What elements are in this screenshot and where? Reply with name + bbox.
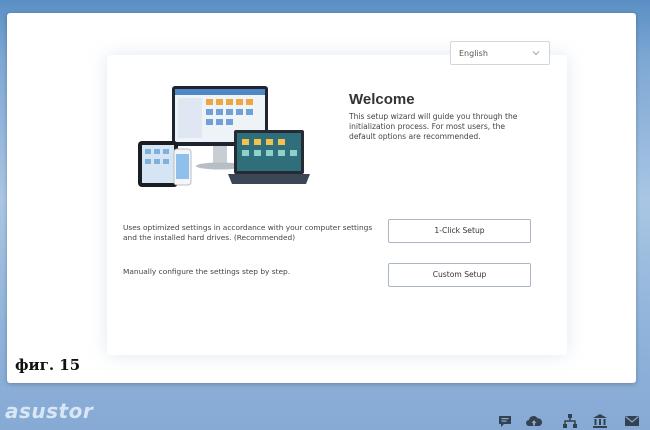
custom-setup-description: Manually configure the settings step by … bbox=[123, 267, 291, 276]
one-click-description: Uses optimized settings in accordance wi… bbox=[123, 223, 373, 242]
custom-setup-button[interactable]: Custom Setup bbox=[388, 263, 531, 287]
devices-illustration bbox=[138, 86, 310, 187]
figure-caption: фиг. 15 bbox=[15, 356, 81, 374]
asustor-logo: asustor bbox=[5, 399, 94, 423]
one-click-setup-button[interactable]: 1-Click Setup bbox=[388, 219, 531, 243]
welcome-description: This setup wizard will guide you through… bbox=[349, 112, 518, 141]
chat-icon[interactable] bbox=[497, 413, 513, 429]
cloud-icon[interactable] bbox=[526, 413, 542, 429]
language-select-value: English bbox=[459, 49, 488, 58]
setup-wizard-panel: English Welcome This setup wizard will g… bbox=[7, 13, 636, 383]
network-icon[interactable] bbox=[562, 413, 578, 429]
language-select[interactable]: English bbox=[450, 41, 550, 65]
museum-icon[interactable] bbox=[592, 413, 608, 429]
chevron-down-icon bbox=[532, 51, 540, 56]
mail-icon[interactable] bbox=[624, 413, 640, 429]
welcome-title: Welcome bbox=[349, 91, 415, 108]
